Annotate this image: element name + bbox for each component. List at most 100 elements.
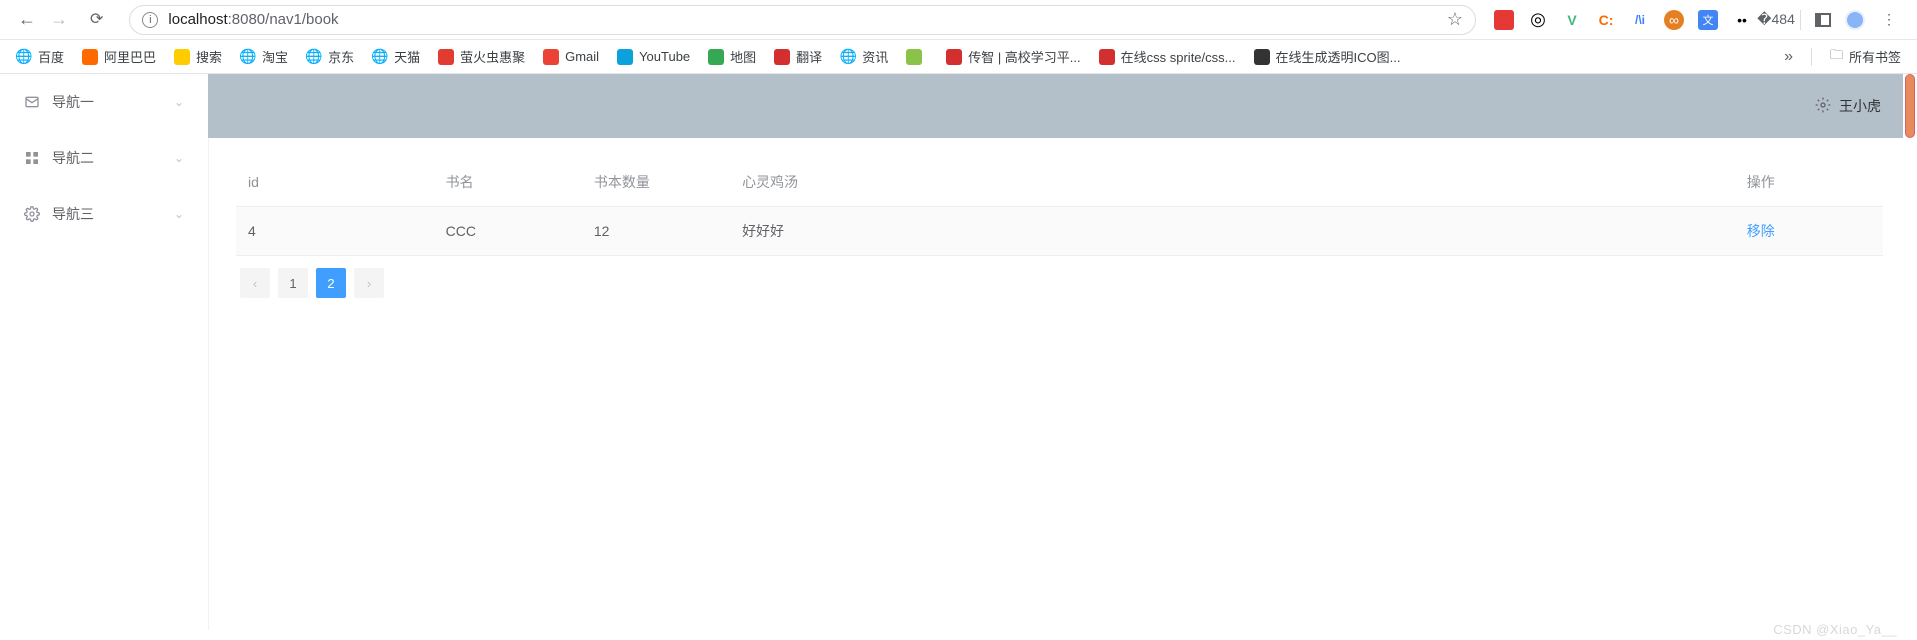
favicon-icon [174, 49, 190, 65]
bookmark-item[interactable]: 🌐 京东 [306, 47, 354, 66]
cell-soup: 好好好 [730, 207, 1026, 256]
bookmark-label: 京东 [328, 47, 354, 66]
bookmark-item[interactable]: 地图 [708, 47, 756, 66]
divider [1800, 10, 1801, 30]
remove-link[interactable]: 移除 [1747, 223, 1775, 239]
chrome-menu-icon[interactable]: ⋮ [1879, 10, 1899, 30]
sidebar-item-label: 导航三 [52, 204, 174, 224]
url-text: localhost:8080/nav1/book [168, 11, 338, 28]
bookmark-label: 在线css sprite/css... [1121, 47, 1236, 66]
favicon-icon [438, 49, 454, 65]
site-info-icon[interactable]: i [142, 12, 158, 28]
divider [1811, 48, 1812, 66]
nav-buttons: ← → ⟳ [10, 9, 111, 30]
bookmark-item[interactable]: 🌐 百度 [16, 47, 64, 66]
browser-toolbar: ← → ⟳ i localhost:8080/nav1/book ☆ ◎ V C… [0, 0, 1917, 40]
favicon-icon: 🌐 [240, 49, 256, 65]
bookmark-item[interactable]: 🌐淘宝 [240, 47, 288, 66]
ext-icon-2[interactable]: ◎ [1528, 10, 1548, 30]
favicon-icon: 🌐 [840, 49, 856, 65]
sidebar-item-nav3[interactable]: 导航三 ⌄ [0, 186, 208, 242]
cell-qty: 12 [582, 207, 730, 256]
bookmark-label: 传智 | 高校学习平... [968, 47, 1080, 66]
col-id: id [236, 158, 434, 207]
bookmark-item[interactable]: 翻译 [774, 47, 822, 66]
bookmark-label: 搜索 [196, 47, 222, 66]
bookmark-item[interactable]: 萤火虫惠聚 [438, 47, 525, 66]
favicon-icon [1099, 49, 1115, 65]
all-bookmarks-button[interactable]: 🗀 所有书签 [1830, 46, 1901, 68]
ext-icon-inf[interactable]: ∞ [1664, 10, 1684, 30]
address-bar[interactable]: i localhost:8080/nav1/book ☆ [129, 5, 1476, 35]
cell-op: 移除 [1735, 207, 1883, 256]
bookmark-star-icon[interactable]: ☆ [1447, 9, 1463, 30]
chevron-down-icon: ⌄ [174, 95, 184, 109]
bookmark-item[interactable]: 在线生成透明ICO图... [1254, 47, 1401, 66]
bookmarks-overflow-icon[interactable]: » [1784, 48, 1793, 66]
bookmark-item[interactable]: 在线css sprite/css... [1099, 47, 1236, 66]
reload-button[interactable]: ⟳ [90, 9, 103, 30]
all-bookmarks-label: 所有书签 [1849, 47, 1901, 66]
sidebar-item-nav2[interactable]: 导航二 ⌄ [0, 130, 208, 186]
scrollbar-thumb[interactable] [1905, 74, 1915, 138]
sidebar-item-label: 导航一 [52, 92, 174, 112]
sidebar: 导航一 ⌄ 导航二 ⌄ 导航三 ⌄ [0, 74, 208, 630]
bookmark-item[interactable]: Gmail [543, 49, 599, 65]
bookmark-item[interactable]: YouTube [617, 49, 690, 65]
gear-icon [1815, 97, 1831, 116]
bookmark-label: 天猫 [394, 47, 420, 66]
favicon-icon [1254, 49, 1270, 65]
bookmark-label: YouTube [639, 49, 690, 64]
sidebar-item-label: 导航二 [52, 148, 174, 168]
back-button[interactable]: ← [18, 9, 36, 30]
favicon-icon [543, 49, 559, 65]
page-next-button[interactable]: › [354, 268, 384, 298]
ext-icon-dots[interactable]: •• [1732, 10, 1752, 30]
col-soup: 心灵鸡汤 [730, 158, 1026, 207]
bookmark-item[interactable]: 搜索 [174, 47, 222, 66]
chevron-down-icon: ⌄ [174, 207, 184, 221]
chevron-down-icon: ⌄ [174, 151, 184, 165]
user-menu[interactable]: 王小虎 [1815, 96, 1881, 116]
bookmark-item[interactable] [906, 49, 928, 65]
page-prev-button[interactable]: ‹ [240, 268, 270, 298]
favicon-icon: 🌐 [16, 49, 32, 65]
bookmark-item[interactable]: 🌐 天猫 [372, 47, 420, 66]
page-2-button[interactable]: 2 [316, 268, 346, 298]
favicon-icon [906, 49, 922, 65]
bookmark-label: 翻译 [796, 47, 822, 66]
ext-icon-ai[interactable]: /\i [1630, 10, 1650, 30]
bookmark-label: 阿里巴巴 [104, 47, 156, 66]
bookmark-item[interactable]: 传智 | 高校学习平... [946, 47, 1080, 66]
username-label: 王小虎 [1839, 96, 1881, 116]
favicon-icon [82, 49, 98, 65]
ext-icon-c[interactable]: C: [1596, 10, 1616, 30]
app-container: 导航一 ⌄ 导航二 ⌄ 导航三 ⌄ 王小虎 id [0, 74, 1917, 630]
translate-icon[interactable]: 文 [1698, 10, 1718, 30]
ext-icon-1[interactable] [1494, 10, 1514, 30]
profile-avatar-icon[interactable] [1845, 10, 1865, 30]
bookmark-item[interactable]: 阿里巴巴 [82, 47, 156, 66]
vue-devtools-icon[interactable]: V [1562, 10, 1582, 30]
gear-icon [24, 206, 40, 222]
extensions-icon[interactable]: �484 [1766, 10, 1786, 30]
header-bar: 王小虎 [208, 74, 1903, 138]
cell-name: CCC [434, 207, 582, 256]
url-path: :8080/nav1/book [228, 11, 339, 28]
bookmark-item[interactable]: 🌐资讯 [840, 47, 888, 66]
page-1-button[interactable]: 1 [278, 268, 308, 298]
forward-button[interactable]: → [50, 9, 68, 30]
sidepanel-icon[interactable] [1815, 13, 1831, 27]
favicon-icon [946, 49, 962, 65]
extension-icons: ◎ V C: /\i ∞ 文 •• �484 ⋮ [1494, 10, 1907, 30]
favicon-icon: 🌐 [306, 49, 322, 65]
bookmark-label: 百度 [38, 47, 64, 66]
col-qty: 书本数量 [582, 158, 730, 207]
col-op: 操作 [1735, 158, 1883, 207]
sidebar-item-nav1[interactable]: 导航一 ⌄ [0, 74, 208, 130]
folder-icon: 🗀 [1830, 46, 1843, 68]
bookmark-label: 地图 [730, 47, 756, 66]
bookmark-label: Gmail [565, 49, 599, 64]
bookmark-label: 萤火虫惠聚 [460, 47, 525, 66]
favicon-icon: 🌐 [372, 49, 388, 65]
